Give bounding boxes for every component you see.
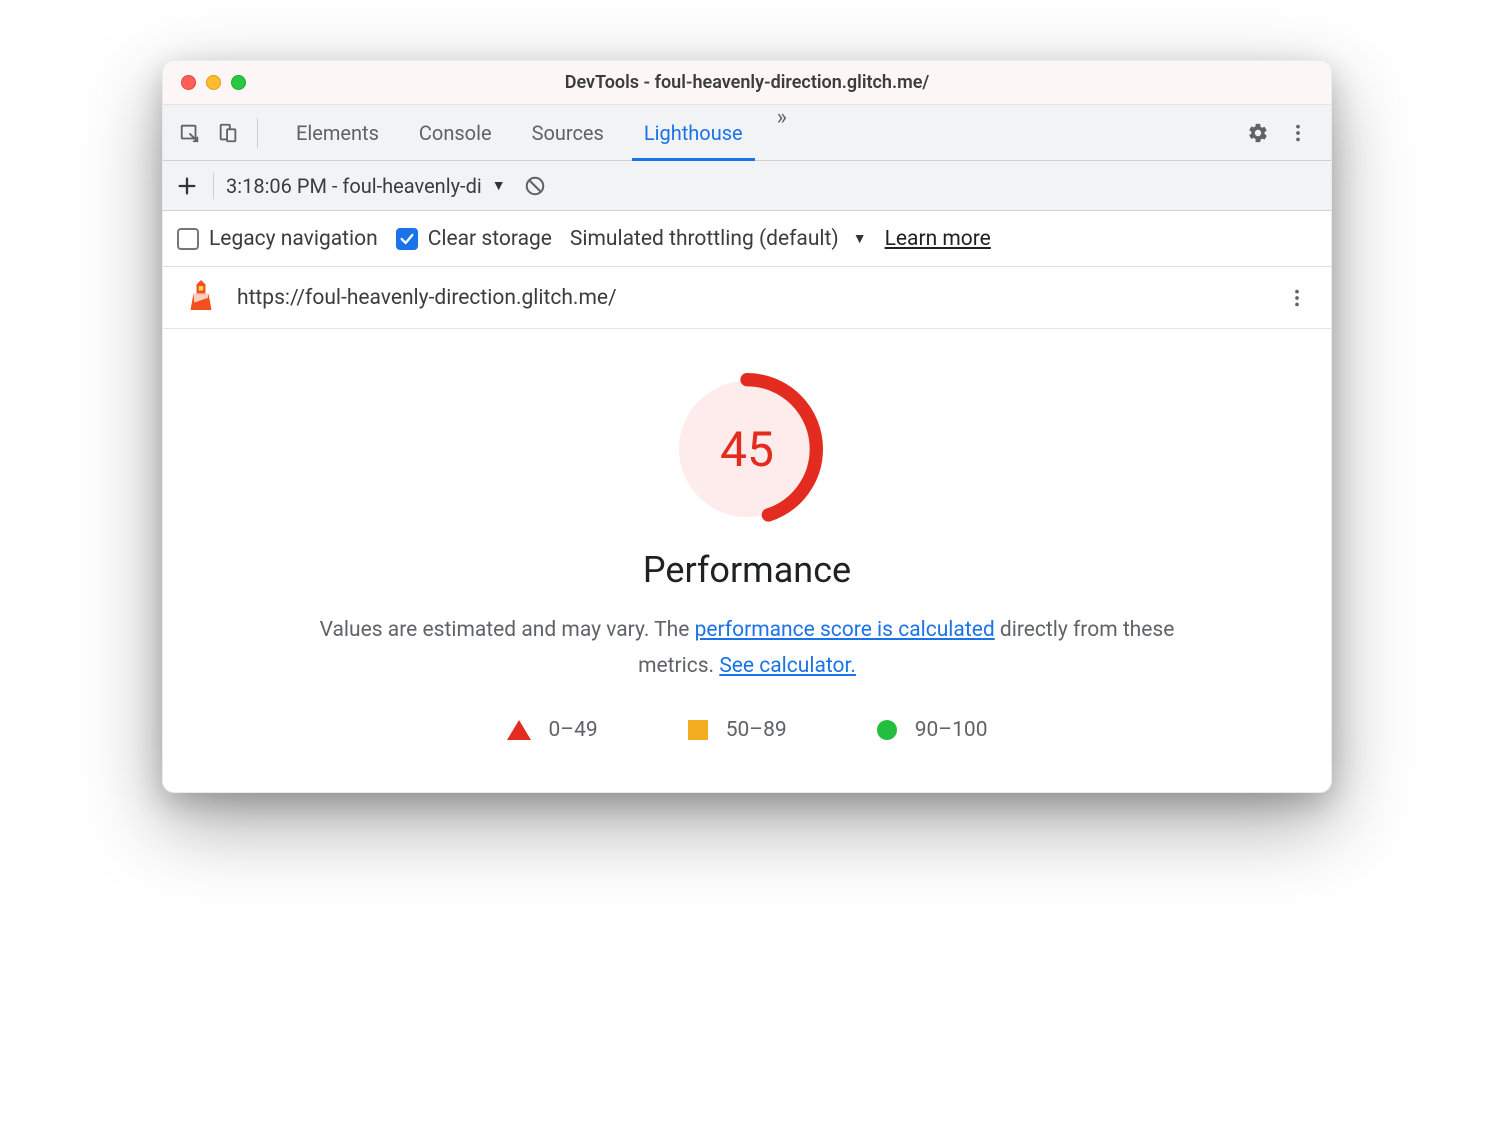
- lighthouse-report: 45 Performance Values are estimated and …: [163, 329, 1331, 792]
- clear-all-icon[interactable]: [518, 169, 552, 203]
- titlebar: DevTools - foul-heavenly-direction.glitc…: [163, 61, 1331, 105]
- clear-storage-label: Clear storage: [428, 227, 552, 251]
- tabs: Elements Console Sources Lighthouse »: [276, 105, 797, 160]
- clear-storage-option[interactable]: Clear storage: [396, 227, 552, 251]
- traffic-lights: [163, 75, 246, 90]
- category-description: Values are estimated and may vary. The p…: [317, 613, 1177, 684]
- tab-elements[interactable]: Elements: [276, 105, 399, 160]
- legacy-navigation-label: Legacy navigation: [209, 227, 378, 251]
- tab-console[interactable]: Console: [399, 105, 512, 160]
- report-select-text: 3:18:06 PM - foul-heavenly-di: [226, 174, 482, 198]
- report-options-kebab-icon[interactable]: [1283, 284, 1311, 312]
- inspect-element-icon[interactable]: [173, 116, 207, 150]
- more-tabs-icon[interactable]: »: [763, 105, 797, 160]
- report-select[interactable]: 3:18:06 PM - foul-heavenly-di ▼: [226, 174, 506, 198]
- category-title: Performance: [203, 549, 1291, 591]
- legend-pass: 90–100: [877, 718, 988, 742]
- performance-gauge[interactable]: 45: [667, 369, 827, 529]
- legend-average: 50–89: [688, 718, 787, 742]
- more-options-kebab-icon[interactable]: [1281, 116, 1315, 150]
- report-url: https://foul-heavenly-direction.glitch.m…: [237, 286, 1265, 310]
- lighthouse-logo-icon: [183, 277, 219, 319]
- maximize-window-button[interactable]: [231, 75, 246, 90]
- lighthouse-toolbar: 3:18:06 PM - foul-heavenly-di ▼: [163, 161, 1331, 211]
- throttling-select[interactable]: Simulated throttling (default) ▼: [570, 227, 867, 251]
- perf-score-link[interactable]: performance score is calculated: [695, 618, 995, 642]
- checkbox-unchecked-icon[interactable]: [177, 228, 199, 250]
- desc-text: Values are estimated and may vary. The: [320, 618, 695, 642]
- minimize-window-button[interactable]: [206, 75, 221, 90]
- close-window-button[interactable]: [181, 75, 196, 90]
- lighthouse-options: Legacy navigation Clear storage Simulate…: [163, 211, 1331, 267]
- checkbox-checked-icon[interactable]: [396, 228, 418, 250]
- legend-pass-range: 90–100: [915, 718, 988, 742]
- score-legend: 0–49 50–89 90–100: [203, 718, 1291, 742]
- report-header: https://foul-heavenly-direction.glitch.m…: [163, 267, 1331, 329]
- devtools-tabbar: Elements Console Sources Lighthouse »: [163, 105, 1331, 161]
- window-title: DevTools - foul-heavenly-direction.glitc…: [163, 72, 1331, 93]
- devtools-window: DevTools - foul-heavenly-direction.glitc…: [162, 60, 1332, 793]
- tab-sources[interactable]: Sources: [512, 105, 624, 160]
- legacy-navigation-option[interactable]: Legacy navigation: [177, 227, 378, 251]
- legend-fail-range: 0–49: [549, 718, 598, 742]
- tab-lighthouse[interactable]: Lighthouse: [624, 105, 763, 160]
- throttling-label: Simulated throttling (default): [570, 227, 839, 251]
- gauge-score: 45: [667, 369, 827, 529]
- circle-icon: [877, 720, 897, 740]
- dropdown-triangle-icon: ▼: [853, 230, 867, 247]
- separator: [257, 118, 258, 148]
- see-calculator-link[interactable]: See calculator.: [719, 654, 856, 678]
- legend-fail: 0–49: [507, 718, 598, 742]
- device-toolbar-icon[interactable]: [211, 116, 245, 150]
- dropdown-triangle-icon: ▼: [492, 177, 506, 194]
- triangle-icon: [507, 720, 531, 740]
- separator: [213, 173, 214, 199]
- legend-average-range: 50–89: [726, 718, 787, 742]
- new-report-button[interactable]: [173, 172, 201, 200]
- settings-gear-icon[interactable]: [1241, 116, 1275, 150]
- square-icon: [688, 720, 708, 740]
- learn-more-link[interactable]: Learn more: [885, 227, 991, 251]
